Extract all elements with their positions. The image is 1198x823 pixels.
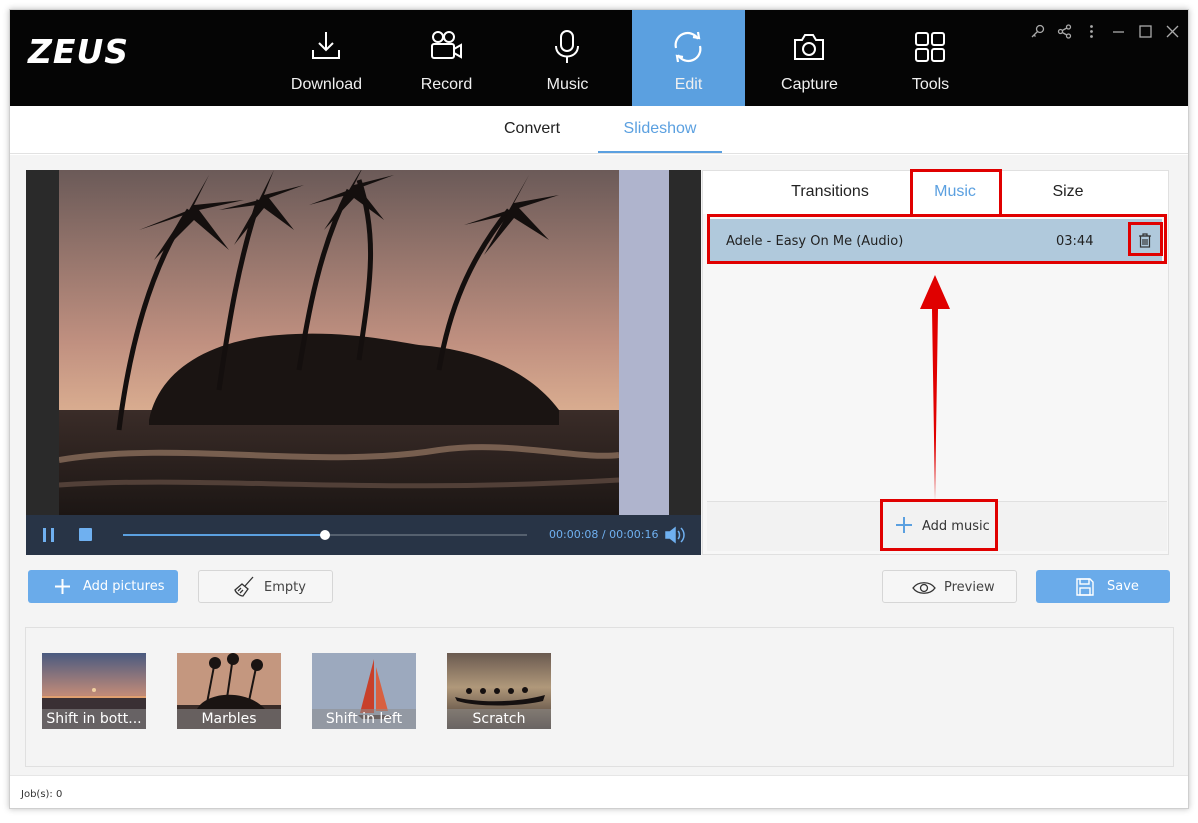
pause-button[interactable] <box>42 528 56 542</box>
progress-fill <box>123 534 325 536</box>
tab-transitions[interactable]: Transitions <box>773 171 887 214</box>
refresh-icon <box>674 31 702 63</box>
share-icon[interactable] <box>1057 24 1072 39</box>
video-camera-icon <box>431 31 462 59</box>
nav-tools[interactable]: Tools <box>874 10 987 106</box>
save-button[interactable]: Save <box>1036 570 1170 603</box>
music-title: Adele - Easy On Me (Audio) <box>726 234 904 249</box>
close-icon[interactable] <box>1165 24 1180 39</box>
music-list-item[interactable]: Adele - Easy On Me (Audio) 03:44 <box>710 219 1162 263</box>
add-music-label: Add music <box>922 519 990 534</box>
nav-edit-label: Edit <box>674 76 703 93</box>
slide-thumbnail[interactable]: Shift in left <box>312 653 416 729</box>
player-controls: 00:00:08 / 00:00:16 <box>26 515 701 555</box>
delete-icon[interactable] <box>1136 231 1154 251</box>
slide-thumbnail[interactable]: Scratch <box>447 653 551 729</box>
panel-tabs: Transitions Music Size <box>703 171 1168 214</box>
slide-caption: Marbles <box>177 709 281 729</box>
slideshow-content: 00:00:08 / 00:00:16 Transitions Music Si… <box>10 155 1188 775</box>
preview-label: Preview <box>944 580 995 595</box>
annotation-arrow <box>920 275 950 501</box>
tab-convert[interactable]: Convert <box>484 106 580 153</box>
video-player: 00:00:08 / 00:00:16 <box>26 170 701 555</box>
add-music-bar: Add music <box>707 501 1167 551</box>
app-window: ZEUS Download Record Music Edit Capture … <box>9 9 1189 809</box>
slide-thumbnail[interactable]: Marbles <box>177 653 281 729</box>
top-navigation-bar: ZEUS Download Record Music Edit Capture … <box>10 10 1188 106</box>
eye-icon <box>912 582 936 594</box>
save-label: Save <box>1107 579 1139 594</box>
add-pictures-button[interactable]: Add pictures <box>28 570 178 603</box>
slide-thumbnail[interactable]: Shift in bott... <box>42 653 146 729</box>
download-icon <box>312 32 340 59</box>
tab-size[interactable]: Size <box>1033 171 1103 214</box>
preview-button[interactable]: Preview <box>882 570 1017 603</box>
more-options-icon[interactable] <box>1084 24 1099 39</box>
nav-music[interactable]: Music <box>511 10 624 106</box>
microphone-icon <box>555 30 579 63</box>
camera-icon <box>794 34 824 60</box>
empty-button[interactable]: Empty <box>198 570 333 603</box>
slides-strip: Shift in bott... Marbles Shift in left S… <box>25 627 1174 767</box>
nav-record[interactable]: Record <box>390 10 503 106</box>
minimize-icon[interactable] <box>1111 24 1126 39</box>
tab-slideshow[interactable]: Slideshow <box>598 106 722 153</box>
progress-track[interactable] <box>123 530 527 540</box>
nav-record-label: Record <box>420 76 473 93</box>
nav-tools-label: Tools <box>911 76 950 93</box>
save-icon <box>1076 578 1094 596</box>
app-logo: ZEUS <box>28 32 130 71</box>
nav-download[interactable]: Download <box>270 10 383 106</box>
nav-capture-label: Capture <box>781 76 838 93</box>
slide-caption: Scratch <box>447 709 551 729</box>
plus-icon <box>55 579 70 594</box>
nav-music-label: Music <box>546 76 589 93</box>
jobs-count: Job(s): 0 <box>21 789 63 800</box>
music-duration: 03:44 <box>1056 234 1094 249</box>
grid-icon <box>915 32 945 62</box>
status-bar: Job(s): 0 <box>10 775 1188 808</box>
window-controls <box>1030 24 1180 39</box>
nav-edit[interactable]: Edit <box>632 10 745 106</box>
tab-music[interactable]: Music <box>911 171 999 214</box>
maximize-icon[interactable] <box>1138 24 1153 39</box>
volume-icon[interactable] <box>664 525 688 545</box>
broom-icon <box>234 576 254 597</box>
slide-caption: Shift in bott... <box>42 709 146 729</box>
key-icon[interactable] <box>1030 24 1045 39</box>
playback-time: 00:00:08 / 00:00:16 <box>549 528 659 541</box>
slide-caption: Shift in left <box>312 709 416 729</box>
plus-icon <box>896 517 912 533</box>
add-music-button[interactable]: Add music <box>883 502 999 550</box>
nav-capture[interactable]: Capture <box>753 10 866 106</box>
stop-button[interactable] <box>79 528 92 541</box>
nav-download-label: Download <box>290 76 363 93</box>
add-pictures-label: Add pictures <box>83 579 165 594</box>
progress-knob[interactable] <box>320 530 330 540</box>
edit-subtabs: Convert Slideshow <box>10 106 1188 154</box>
video-preview <box>59 170 669 515</box>
empty-label: Empty <box>264 580 306 595</box>
